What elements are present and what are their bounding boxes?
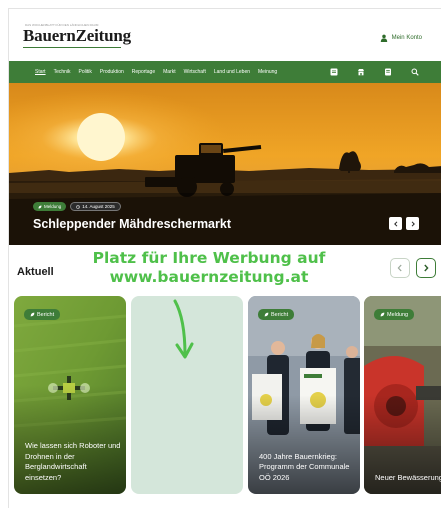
page: DAS WOCHENBLATT FÜR DEN LÄNDLICHEN RAUM … [8, 8, 441, 508]
card-image [364, 296, 441, 494]
site-logo[interactable]: BauernZeitung [23, 26, 131, 46]
chevron-right-icon [411, 220, 415, 227]
nav-item-reportage[interactable]: Reportage [132, 69, 155, 75]
leaf-icon [380, 312, 385, 317]
hero-article[interactable]: Meldung 14. August 2025 Schleppender Mäh… [9, 83, 441, 245]
newspaper-icon[interactable] [329, 67, 338, 76]
hero-date-label: 14. August 2025 [82, 204, 115, 209]
card-title[interactable]: Neuer Bewässerungsteich stärkt Tiroler O… [375, 473, 441, 484]
card-category-badge: Bericht [24, 309, 61, 320]
shop-icon[interactable] [356, 67, 365, 76]
carousel-prev-button[interactable] [390, 258, 410, 278]
search-icon[interactable] [410, 67, 419, 76]
account-link[interactable]: Mein Konto [380, 34, 422, 42]
person-icon [380, 34, 387, 42]
hero-category-badge: Meldung [33, 202, 67, 211]
hero-prev-button[interactable] [389, 217, 402, 230]
ad-line-2: www.bauernzeitung.at [109, 268, 309, 286]
card-category-label: Bericht [271, 311, 289, 318]
nav-item-politik[interactable]: Politik [79, 69, 92, 75]
chevron-left-icon [397, 264, 402, 272]
card-category-label: Meldung [387, 311, 409, 318]
section-title: Aktuell [17, 266, 54, 278]
nav-item-wirtschaft[interactable]: Wirtschaft [184, 69, 206, 75]
clock-icon [76, 204, 81, 209]
document-icon[interactable] [383, 67, 392, 76]
ad-overlay-text: Platz für Ihre Werbung auf www.bauernzei… [69, 249, 349, 287]
logo-underline [23, 47, 121, 48]
nav-item-produktion[interactable]: Produktion [100, 69, 124, 75]
card-category-badge: Bericht [258, 309, 295, 320]
chevron-left-icon [393, 220, 397, 227]
site-header: DAS WOCHENBLATT FÜR DEN LÄNDLICHEN RAUM … [9, 9, 441, 59]
article-card[interactable]: Bericht 400 Jahre Bauernkrieg: Programm … [248, 296, 360, 494]
leaf-icon [264, 312, 269, 317]
main-nav: Start Technik Politik Produktion Reporta… [9, 61, 441, 83]
card-title[interactable]: 400 Jahre Bauernkrieg: Programm der Comm… [259, 452, 357, 484]
account-label: Mein Konto [391, 35, 422, 41]
nav-item-markt[interactable]: Markt [163, 69, 176, 75]
arrow-down-icon [173, 299, 194, 359]
card-title[interactable]: Wie lassen sich Roboter und Drohnen in d… [25, 441, 123, 483]
carousel-next-button[interactable] [416, 258, 436, 278]
hero-title[interactable]: Schleppender Mähdreschermarkt [33, 217, 231, 231]
ad-line-1: Platz für Ihre Werbung auf [92, 249, 326, 267]
leaf-icon [30, 312, 35, 317]
nav-item-land-und-leben[interactable]: Land und Leben [214, 69, 250, 75]
chevron-right-icon [424, 264, 429, 272]
article-card[interactable]: Bericht Wie lassen sich Roboter und Droh… [14, 296, 126, 494]
hero-date-badge: 14. August 2025 [70, 202, 121, 211]
hero-next-button[interactable] [406, 217, 419, 230]
hero-category-label: Meldung [44, 204, 62, 209]
leaf-icon [38, 205, 42, 208]
article-card[interactable]: Meldung Neuer Bewässerungsteich stärkt T… [364, 296, 441, 494]
nav-item-start[interactable]: Start [35, 69, 46, 75]
nav-item-technik[interactable]: Technik [54, 69, 71, 75]
nav-item-meinung[interactable]: Meinung [258, 69, 277, 75]
card-category-badge: Meldung [374, 309, 415, 320]
card-category-label: Bericht [37, 311, 55, 318]
